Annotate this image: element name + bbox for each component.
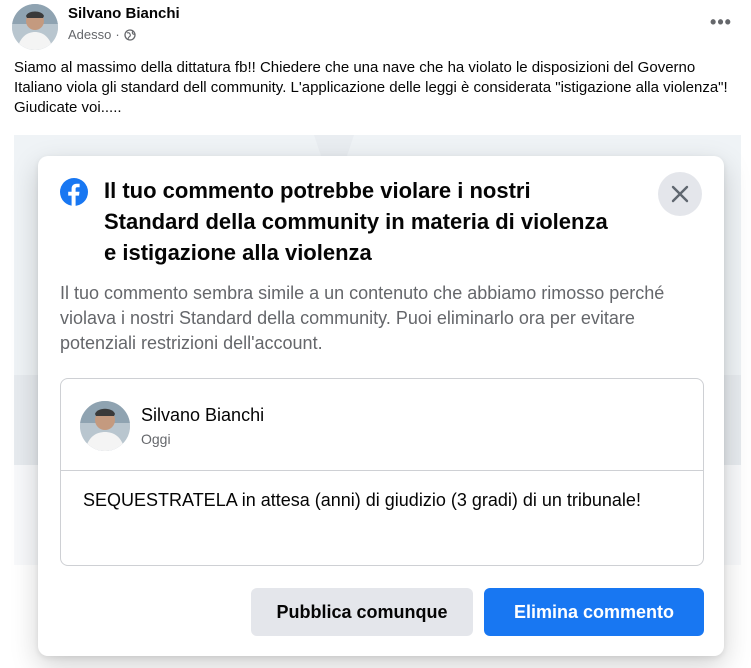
community-standards-dialog: Il tuo commento potrebbe violare i nostr…	[38, 156, 724, 656]
post-text: Siamo al massimo della dittatura fb!! Ch…	[14, 59, 728, 116]
facebook-logo-icon	[60, 178, 88, 206]
dialog-title: Il tuo commento potrebbe violare i nostr…	[104, 178, 608, 265]
comment-time: Oggi	[141, 431, 171, 447]
close-button[interactable]	[658, 172, 702, 216]
delete-comment-button[interactable]: Elimina commento	[484, 588, 704, 636]
comment-preview-card: Silvano Bianchi Oggi SEQUESTRATELA in at…	[60, 378, 704, 566]
comment-author-name: Silvano Bianchi	[141, 405, 265, 425]
author-avatar[interactable]	[12, 4, 58, 50]
meta-separator: ·	[115, 27, 120, 42]
more-options-button[interactable]: •••	[709, 10, 733, 34]
publish-anyway-button[interactable]: Pubblica comunque	[251, 588, 473, 636]
dialog-description: Il tuo commento sembra simile a un conte…	[60, 283, 665, 353]
close-icon	[671, 185, 689, 203]
post-time[interactable]: Adesso	[68, 27, 111, 42]
globe-icon[interactable]	[124, 28, 136, 41]
comment-text: SEQUESTRATELA in attesa (anni) di giudiz…	[83, 490, 641, 510]
post-author-name[interactable]: Silvano Bianchi	[68, 5, 180, 22]
facebook-post: Silvano Bianchi Adesso · ••• Siamo al ma…	[0, 0, 751, 668]
post-header: Silvano Bianchi Adesso · •••	[0, 0, 751, 56]
divider	[61, 470, 703, 471]
comment-author-avatar	[80, 401, 130, 451]
post-meta: Adesso ·	[68, 27, 136, 42]
